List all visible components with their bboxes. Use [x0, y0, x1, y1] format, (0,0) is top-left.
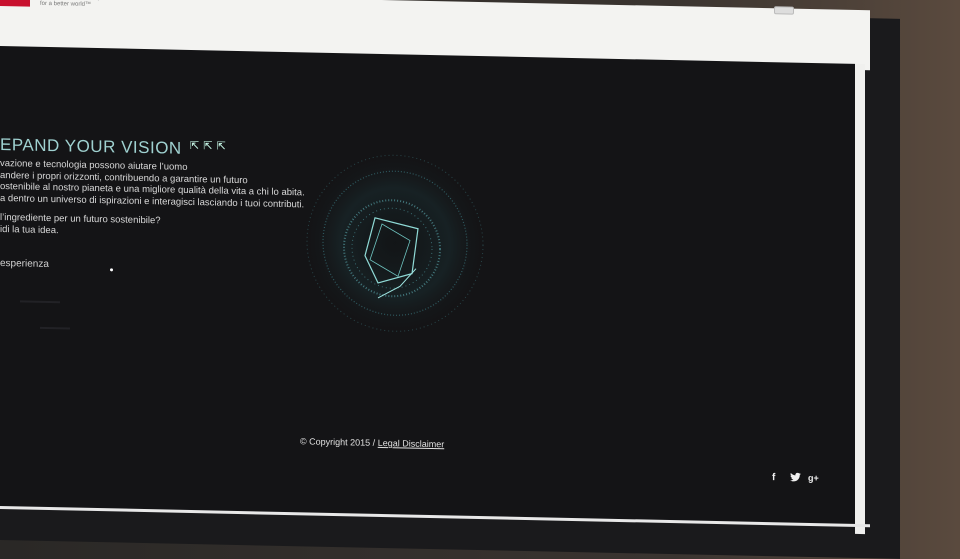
brand-tagline: Power and productivity for a better worl…: [40, 0, 101, 8]
particle-vortex-graphic[interactable]: [300, 146, 490, 340]
facebook-icon[interactable]: f: [772, 472, 775, 483]
legal-disclaimer-link[interactable]: Legal Disclaimer: [378, 438, 445, 449]
mouse-cursor-dot: [110, 268, 113, 272]
copyright-text: © Copyright 2015 /: [300, 436, 378, 448]
screen-bezel-right: [855, 63, 865, 535]
cursor-icon: ⇱ ⇱ ⇱: [189, 139, 227, 153]
monitor: Power and productivity for a better worl…: [0, 0, 900, 559]
twitter-icon[interactable]: [790, 472, 801, 485]
brand-logo[interactable]: [0, 0, 30, 7]
googleplus-icon[interactable]: g+: [808, 473, 819, 483]
intro-paragraph: vazione e tecnologia possono aiutare l’u…: [0, 158, 305, 210]
experience-link[interactable]: esperienza: [0, 258, 49, 270]
header-button[interactable]: [774, 6, 794, 15]
page-title-text: EPAND YOUR VISION: [0, 135, 182, 158]
